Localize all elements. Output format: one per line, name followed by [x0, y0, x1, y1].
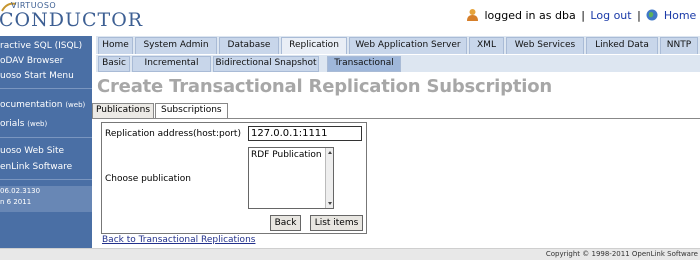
tab-replication[interactable]: Replication	[281, 37, 347, 54]
tab-publications[interactable]: Publications	[92, 103, 155, 118]
sidebar-item-documentation[interactable]: ocumentation (web)	[0, 100, 85, 110]
separator: |	[581, 9, 585, 22]
login-status: logged in as dba	[484, 9, 576, 22]
tab-xml[interactable]: XML	[469, 37, 504, 54]
sidebar-item-isql[interactable]: ractive SQL (ISQL)	[0, 41, 82, 51]
sidebar-item-web-site[interactable]: uoso Web Site	[0, 146, 64, 156]
version-info: 06.02.3130 n 6 2011	[0, 186, 92, 212]
sidebar-divider	[0, 179, 92, 180]
sidebar-divider	[0, 88, 92, 89]
sidebar-item-start-menu[interactable]: uoso Start Menu	[0, 71, 74, 81]
sidebar-item-openlink[interactable]: enLink Software	[0, 162, 72, 172]
sidebar: ractive SQL (ISQL) oDAV Browser uoso Sta…	[0, 36, 92, 248]
build-date: n 6 2011	[0, 198, 32, 206]
back-to-transactional-link[interactable]: Back to Transactional Replications	[102, 235, 255, 245]
tab-web-services[interactable]: Web Services	[506, 37, 584, 54]
tab-basic[interactable]: Basic	[98, 56, 130, 72]
sidebar-item-tutorials[interactable]: orials (web)	[0, 119, 47, 129]
tab-linked-data[interactable]: Linked Data	[586, 37, 658, 54]
sidebar-item-label: orials	[0, 119, 25, 129]
address-label: Replication address(host:port)	[105, 129, 241, 139]
user-icon	[467, 9, 478, 21]
scroll-arrows-icon	[328, 151, 332, 205]
tab-bidirectional-snapshot[interactable]: Bidirectional Snapshot	[213, 56, 319, 72]
publication-label: Choose publication	[105, 174, 191, 184]
home-link[interactable]: Home	[664, 9, 696, 22]
sub-tabs: Basic Incremental Bidirectional Snapshot…	[96, 55, 700, 72]
separator: |	[637, 9, 641, 22]
replication-address-input[interactable]: 127.0.0.1:1111	[248, 126, 362, 141]
web-tag: (web)	[27, 120, 48, 128]
page-title: Create Transactional Replication Subscri…	[97, 76, 552, 97]
tab-subscriptions[interactable]: Subscriptions	[155, 103, 228, 118]
main-tabs: Home System Admin Database Replication W…	[96, 36, 700, 54]
back-button[interactable]: Back	[270, 215, 301, 231]
tab-transactional[interactable]: Transactional	[327, 56, 401, 72]
logo-big-text: CONDUCTOR	[0, 9, 144, 31]
sidebar-divider	[0, 137, 92, 138]
sidebar-item-dav-browser[interactable]: oDAV Browser	[0, 56, 63, 66]
tab-underline	[92, 118, 700, 119]
globe-icon	[646, 9, 658, 21]
virtuoso-conductor-logo[interactable]: VIRTUOSO CONDUCTOR	[0, 1, 142, 33]
user-bar: logged in as dba | Log out | Home	[466, 8, 696, 26]
web-tag: (web)	[65, 101, 86, 109]
logout-link[interactable]: Log out	[590, 9, 631, 22]
list-items-button[interactable]: List items	[310, 215, 363, 231]
sidebar-item-label: ocumentation	[0, 100, 63, 110]
tab-incremental[interactable]: Incremental	[132, 56, 211, 72]
copyright-text: Copyright © 1998-2011 OpenLink Software	[545, 250, 698, 258]
tab-nntp[interactable]: NNTP	[660, 37, 698, 54]
listbox-scrollbar[interactable]	[325, 148, 333, 208]
tab-home[interactable]: Home	[98, 37, 133, 54]
tab-database[interactable]: Database	[219, 37, 279, 54]
publication-listbox[interactable]: RDF Publication	[248, 147, 334, 209]
version-number: 06.02.3130	[0, 187, 41, 195]
subscription-form: Replication address(host:port) 127.0.0.1…	[101, 122, 367, 234]
publication-option[interactable]: RDF Publication	[251, 150, 322, 160]
header: VIRTUOSO CONDUCTOR logged in as dba | Lo…	[0, 0, 700, 36]
tab-system-admin[interactable]: System Admin	[135, 37, 217, 54]
footer: Copyright © 1998-2011 OpenLink Software	[0, 248, 700, 260]
tab-web-application-server[interactable]: Web Application Server	[349, 37, 467, 54]
